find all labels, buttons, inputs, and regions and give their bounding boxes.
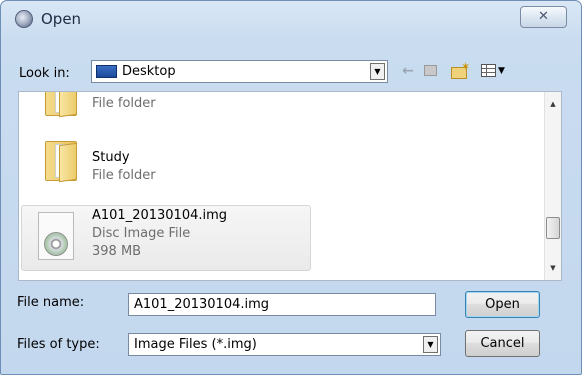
desktop-icon: [96, 65, 117, 78]
vertical-scrollbar[interactable]: ▲ ▼: [544, 92, 561, 280]
close-button[interactable]: ✕: [520, 6, 567, 28]
sparkle-icon: ✶: [461, 60, 471, 73]
dialog-body: Look in: Desktop ▼ ← ✶ ▼ File folder Stu…: [9, 49, 573, 367]
view-details-icon: [481, 64, 496, 77]
item-type: File folder: [92, 168, 156, 183]
folder-icon: [45, 92, 77, 118]
close-icon: ✕: [538, 9, 549, 24]
item-name: Study: [92, 150, 130, 165]
app-icon: [15, 10, 33, 28]
up-one-level-button[interactable]: [422, 61, 440, 81]
file-name-input[interactable]: [128, 293, 436, 316]
item-type: Disc Image File: [92, 226, 191, 241]
file-name-label: File name:: [17, 295, 85, 310]
list-item[interactable]: File folder: [19, 92, 539, 134]
folder-icon: [45, 141, 77, 183]
scroll-thumb[interactable]: [546, 217, 560, 239]
new-folder-button[interactable]: ✶: [449, 60, 471, 81]
view-menu-button[interactable]: ▼: [479, 61, 513, 81]
item-type: File folder: [92, 96, 156, 111]
window-title: Open: [41, 10, 82, 28]
chevron-down-icon[interactable]: ▼: [370, 63, 385, 80]
look-in-value: Desktop: [122, 64, 176, 79]
up-folder-icon: [424, 65, 437, 76]
look-in-label: Look in:: [19, 66, 70, 81]
open-button[interactable]: Open: [465, 291, 540, 318]
cancel-button[interactable]: Cancel: [465, 330, 540, 357]
file-type-value: Image Files (*.img): [134, 337, 257, 352]
item-size: 398 MB: [92, 244, 142, 259]
open-dialog: Open ✕ Look in: Desktop ▼ ← ✶ ▼ File fol…: [0, 0, 582, 375]
back-arrow-icon: ←: [402, 63, 414, 79]
scroll-down-icon[interactable]: ▼: [545, 260, 561, 276]
scroll-up-icon[interactable]: ▲: [545, 96, 561, 112]
chevron-down-icon[interactable]: ▼: [423, 336, 438, 353]
chevron-down-icon: ▼: [498, 66, 505, 76]
disc-image-icon: [38, 212, 74, 260]
file-type-label: Files of type:: [17, 337, 100, 352]
title-bar[interactable]: Open ✕: [1, 1, 581, 35]
back-button[interactable]: ←: [399, 61, 417, 81]
file-type-dropdown[interactable]: Image Files (*.img) ▼: [128, 333, 441, 356]
file-list[interactable]: File folder Study File folder A101_20130…: [18, 91, 562, 281]
list-item-selected[interactable]: A101_20130104.img Disc Image File 398 MB: [21, 205, 311, 271]
list-item[interactable]: Study File folder: [19, 135, 539, 197]
look-in-dropdown[interactable]: Desktop ▼: [91, 60, 388, 83]
item-name: A101_20130104.img: [92, 208, 228, 223]
